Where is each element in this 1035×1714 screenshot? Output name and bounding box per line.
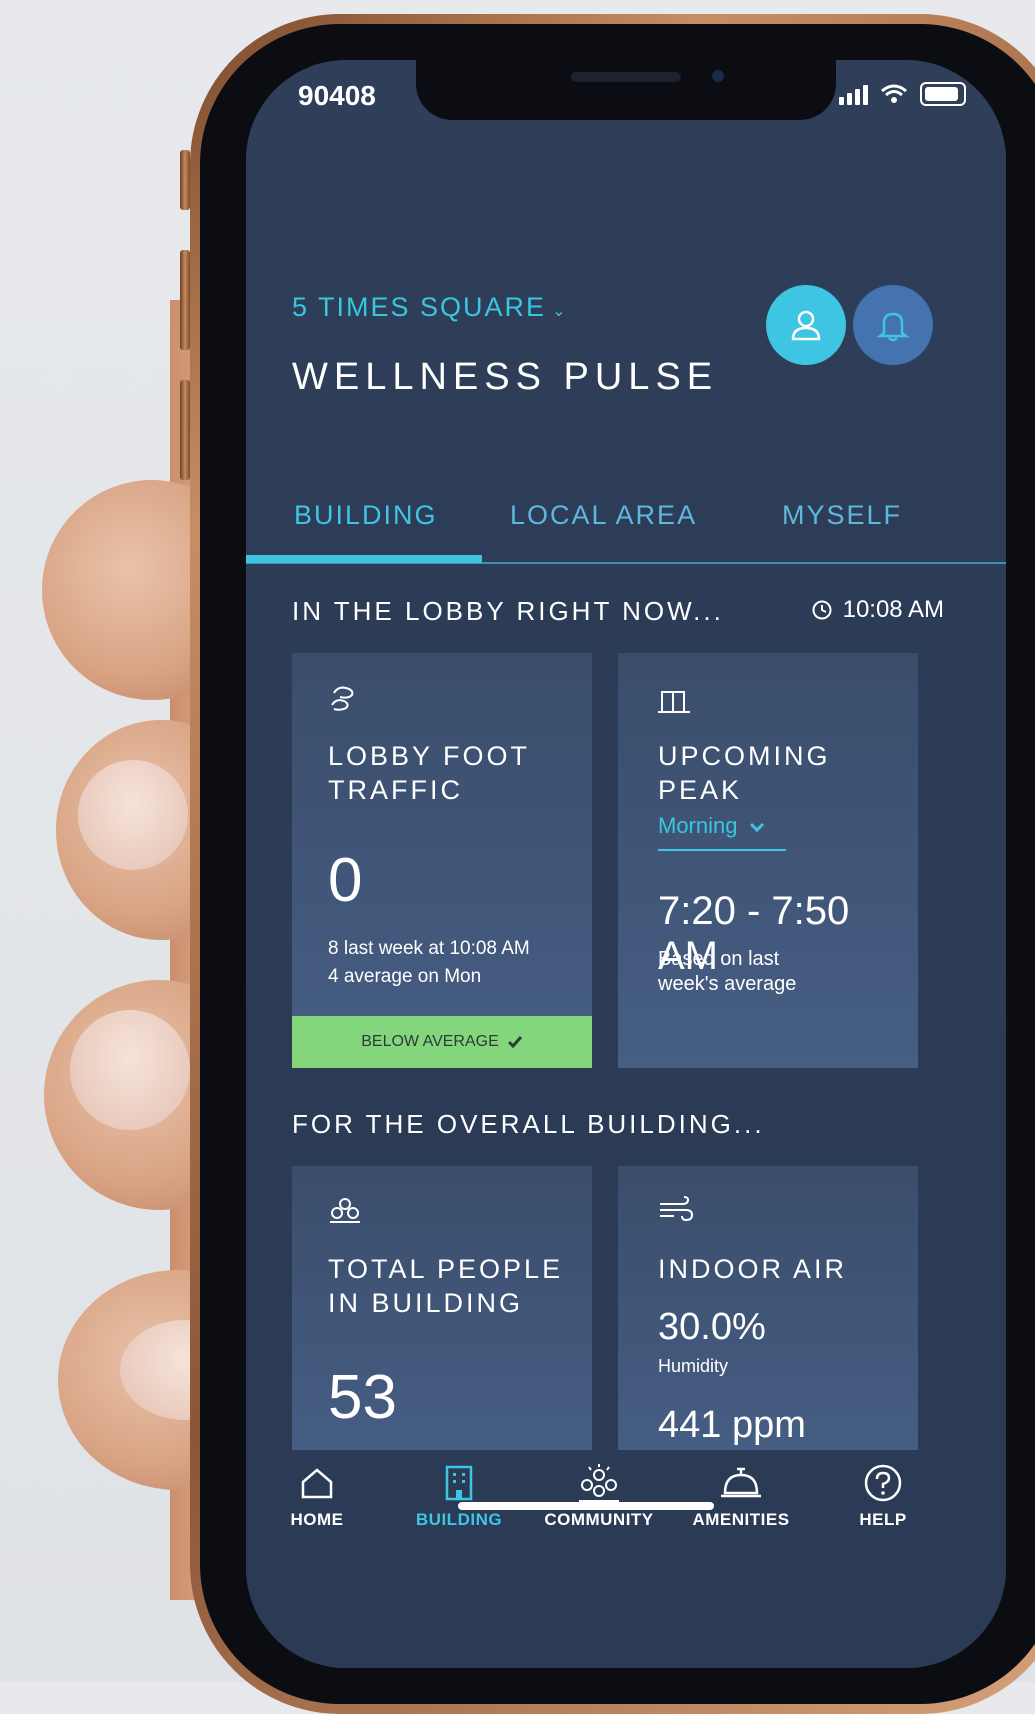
total-people-value: 53 [328, 1363, 397, 1432]
home-indicator[interactable] [458, 1502, 714, 1510]
nav-community[interactable]: COMMUNITY [534, 1460, 664, 1530]
nav-building-label: BUILDING [415, 1510, 503, 1529]
battery-icon [920, 82, 966, 106]
upcoming-peak-label: UPCOMING PEAK [658, 739, 831, 807]
person-icon [791, 310, 821, 341]
total-people-card[interactable]: TOTAL PEOPLE IN BUILDING 53 [292, 1166, 592, 1456]
nav-amenities-label: AMENITIES [692, 1510, 790, 1529]
foot-traffic-last-week: 8 last week at 10:08 AM [328, 938, 530, 959]
foot-traffic-label: LOBBY FOOT TRAFFIC [328, 739, 530, 807]
phone-side-button [180, 250, 190, 350]
notifications-button[interactable] [853, 285, 933, 365]
location-selector[interactable]: 5 TIMES SQUARE ⌄ [292, 292, 567, 323]
nav-amenities[interactable]: AMENITIES [676, 1460, 806, 1530]
phone-side-button [180, 150, 190, 210]
total-people-label: TOTAL PEOPLE IN BUILDING [328, 1252, 563, 1320]
nav-home[interactable]: HOME [252, 1460, 382, 1530]
total-people-label-line2: IN BUILDING [328, 1288, 524, 1318]
phone-screen: 90408 5 TIMES SQUARE ⌄ WELLNESS PULSE BUI… [246, 60, 1006, 1668]
home-icon [301, 1468, 333, 1499]
page-title: WELLNESS PULSE [292, 356, 719, 398]
humidity-value: 30.0% [658, 1306, 766, 1348]
foot-traffic-average: 4 average on Mon [328, 966, 482, 987]
upcoming-peak-label-line1: UPCOMING [658, 741, 831, 771]
building-heading: FOR THE OVERALL BUILDING... [292, 1109, 765, 1139]
peak-note-line2: week's average [658, 973, 797, 995]
nav-help[interactable]: HELP [818, 1460, 948, 1530]
location-label: 5 TIMES SQUARE [292, 292, 547, 322]
time-of-day-select[interactable]: Morning [658, 813, 786, 851]
clock-icon [812, 600, 832, 620]
foot-traffic-label-line1: LOBBY FOOT [328, 741, 531, 771]
footprints-icon [328, 683, 362, 718]
wifi-icon [881, 84, 907, 103]
lobby-time: 10:08 AM [811, 596, 944, 624]
total-people-label-line1: TOTAL PEOPLE [328, 1254, 564, 1284]
foot-traffic-value: 0 [328, 846, 363, 915]
tab-local-area[interactable]: LOCAL AREA [510, 500, 697, 531]
nav-community-label: COMMUNITY [544, 1510, 654, 1529]
indoor-air-card[interactable]: INDOOR AIR 30.0% Humidity 441 ppm [618, 1166, 918, 1456]
building-icon [445, 1465, 473, 1501]
chevron-down-icon: ⌄ [552, 303, 568, 320]
bottom-nav: HOME BUILDING COMMUNITY AMENITIES HELP [246, 1450, 1006, 1668]
check-icon [507, 1036, 522, 1049]
profile-button[interactable] [766, 285, 846, 365]
peak-note-line1: Based on last [658, 948, 780, 970]
help-icon [864, 1464, 902, 1502]
tab-active-indicator [246, 555, 482, 563]
peak-note: Based on last week's average [658, 947, 796, 997]
status-icons [839, 82, 966, 106]
nav-home-label: HOME [290, 1510, 344, 1529]
signal-icon [839, 83, 868, 105]
door-icon [658, 689, 692, 720]
lobby-time-value: 10:08 AM [842, 596, 944, 623]
tab-bar: BUILDING LOCAL AREA MYSELF [246, 470, 1006, 564]
humidity-label: Humidity [658, 1356, 729, 1376]
community-icon [579, 1464, 619, 1502]
chevron-down-icon [750, 822, 765, 833]
status-badge-label: BELOW AVERAGE [361, 1033, 499, 1050]
front-camera [712, 70, 724, 82]
people-group-icon [328, 1196, 362, 1231]
fingernail [70, 1010, 190, 1130]
co2-value: 441 ppm [658, 1404, 806, 1446]
bell-icon [876, 312, 910, 342]
tab-myself[interactable]: MYSELF [782, 500, 902, 531]
amenities-icon [721, 1467, 761, 1498]
nav-help-label: HELP [859, 1510, 907, 1529]
nav-building[interactable]: BUILDING [394, 1460, 524, 1530]
fingernail [78, 760, 188, 870]
lobby-heading: IN THE LOBBY RIGHT NOW... [292, 596, 724, 626]
upcoming-peak-card[interactable]: UPCOMING PEAK Morning 7:20 - 7:50 AM Bas… [618, 653, 918, 1068]
tab-building[interactable]: BUILDING [294, 500, 438, 531]
notch [416, 60, 836, 120]
time-of-day-value: Morning [658, 813, 738, 838]
speaker [571, 72, 681, 82]
air-icon [658, 1196, 694, 1229]
upcoming-peak-label-line2: PEAK [658, 775, 743, 805]
indoor-air-label: INDOOR AIR [658, 1254, 848, 1284]
foot-traffic-label-line2: TRAFFIC [328, 775, 463, 805]
status-time: 90408 [298, 80, 376, 111]
status-badge: BELOW AVERAGE [292, 1016, 592, 1068]
foot-traffic-card[interactable]: LOBBY FOOT TRAFFIC 0 8 last week at 10:0… [292, 653, 592, 1068]
phone-side-button [180, 380, 190, 480]
